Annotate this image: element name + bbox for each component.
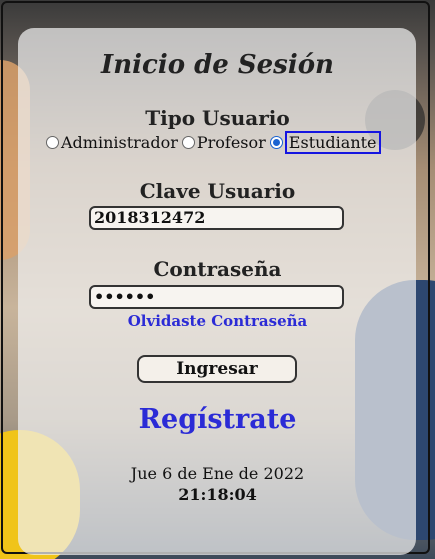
radio-administrador[interactable]: Administrador: [46, 133, 178, 152]
user-key-label: Clave Usuario: [139, 179, 296, 203]
password-input[interactable]: ••••••: [89, 285, 344, 309]
register-link[interactable]: Regístrate: [0, 404, 435, 435]
radio-checked-icon[interactable]: [269, 136, 283, 149]
radio-label: Estudiante: [284, 131, 381, 154]
radio-circle-icon[interactable]: [46, 136, 59, 149]
radio-profesor[interactable]: Profesor: [181, 133, 266, 152]
password-label: Contraseña: [153, 257, 282, 281]
user-type-radio-group: Administrador Profesor Estudiante: [46, 131, 385, 154]
login-button[interactable]: Ingresar: [137, 355, 297, 383]
clock-time: 21:18:04: [178, 485, 257, 504]
user-type-label: Tipo Usuario: [145, 106, 290, 130]
user-key-input[interactable]: 2018312472: [89, 206, 344, 230]
page-title: Inicio de Sesión: [101, 50, 334, 80]
radio-estudiante[interactable]: Estudiante: [269, 131, 381, 154]
radio-label: Profesor: [196, 133, 266, 152]
clock-date: Jue 6 de Ene de 2022: [130, 464, 305, 483]
radio-circle-icon[interactable]: [181, 136, 195, 149]
forgot-password-link[interactable]: Olvidaste Contraseña: [0, 312, 435, 330]
radio-label: Administrador: [61, 133, 178, 152]
